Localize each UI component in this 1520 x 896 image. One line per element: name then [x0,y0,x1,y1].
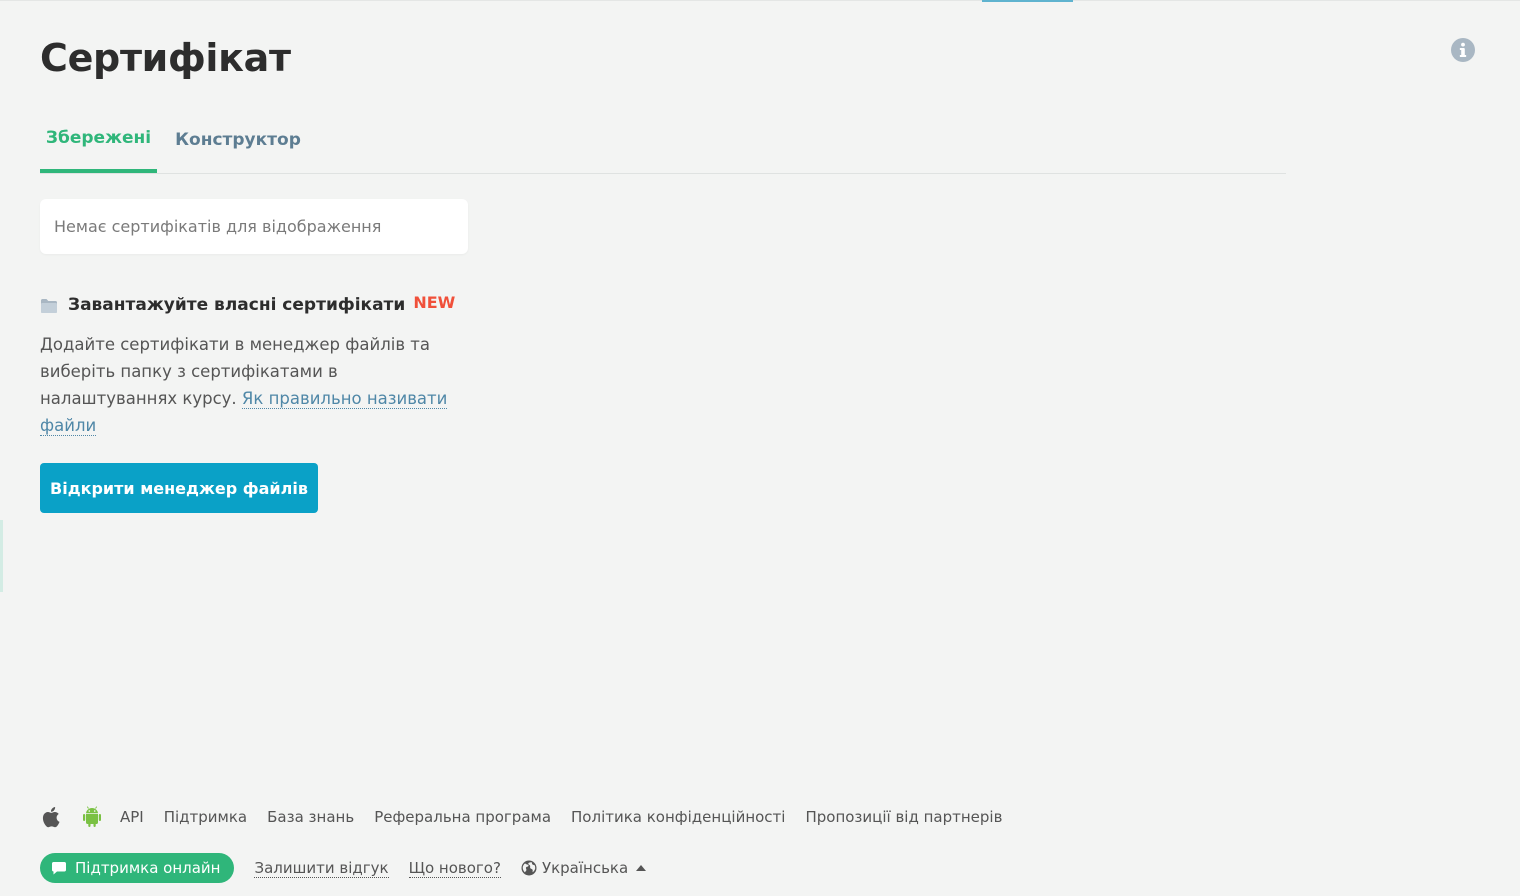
info-circle-icon[interactable] [1451,38,1475,62]
footer-link-partners[interactable]: Пропозиції від партнерів [805,808,1002,826]
upload-section-header: Завантажуйте власні сертифікати NEW [40,291,455,319]
globe-icon [521,860,537,876]
footer-link-api[interactable]: API [120,808,144,826]
whats-new-link[interactable]: Що нового? [408,859,501,878]
top-accent-bar [982,0,1073,2]
footer-link-support[interactable]: Підтримка [164,808,247,826]
footer-actions: Підтримка онлайн Залишити відгук Що ново… [40,852,647,884]
side-accent-bar [0,520,3,592]
footer-link-referral[interactable]: Реферальна програма [374,808,551,826]
footer-links: API Підтримка База знань Реферальна прог… [40,802,1022,832]
footer-link-knowledge-base[interactable]: База знань [267,808,354,826]
empty-message: Немає сертифікатів для відображення [54,217,382,236]
empty-certificates-box: Немає сертифікатів для відображення [40,199,468,254]
footer-link-privacy[interactable]: Політика конфіденційності [571,808,785,826]
language-selector[interactable]: Українська [521,859,647,877]
tab-builder[interactable]: Конструктор [168,112,308,173]
language-label: Українська [541,859,629,877]
page-title: Сертифікат [40,36,291,80]
new-badge: NEW [413,292,456,312]
folder-icon [41,299,57,313]
apple-icon[interactable] [40,805,64,829]
upload-title: Завантажуйте власні сертифікати [68,295,406,315]
tab-saved[interactable]: Збережені [40,112,157,173]
android-icon[interactable] [80,805,104,829]
top-border [0,0,1520,1]
caret-up-icon [636,865,647,871]
open-file-manager-button[interactable]: Відкрити менеджер файлів [40,463,318,513]
support-online-label: Підтримка онлайн [75,859,221,877]
tabs-bar: Збережені Конструктор [40,112,1286,174]
chat-bubble-icon [52,861,66,874]
leave-feedback-link[interactable]: Залишити відгук [254,859,389,878]
support-online-button[interactable]: Підтримка онлайн [40,853,235,883]
upload-description: Додайте сертифікати в менеджер файлів та… [40,331,470,439]
